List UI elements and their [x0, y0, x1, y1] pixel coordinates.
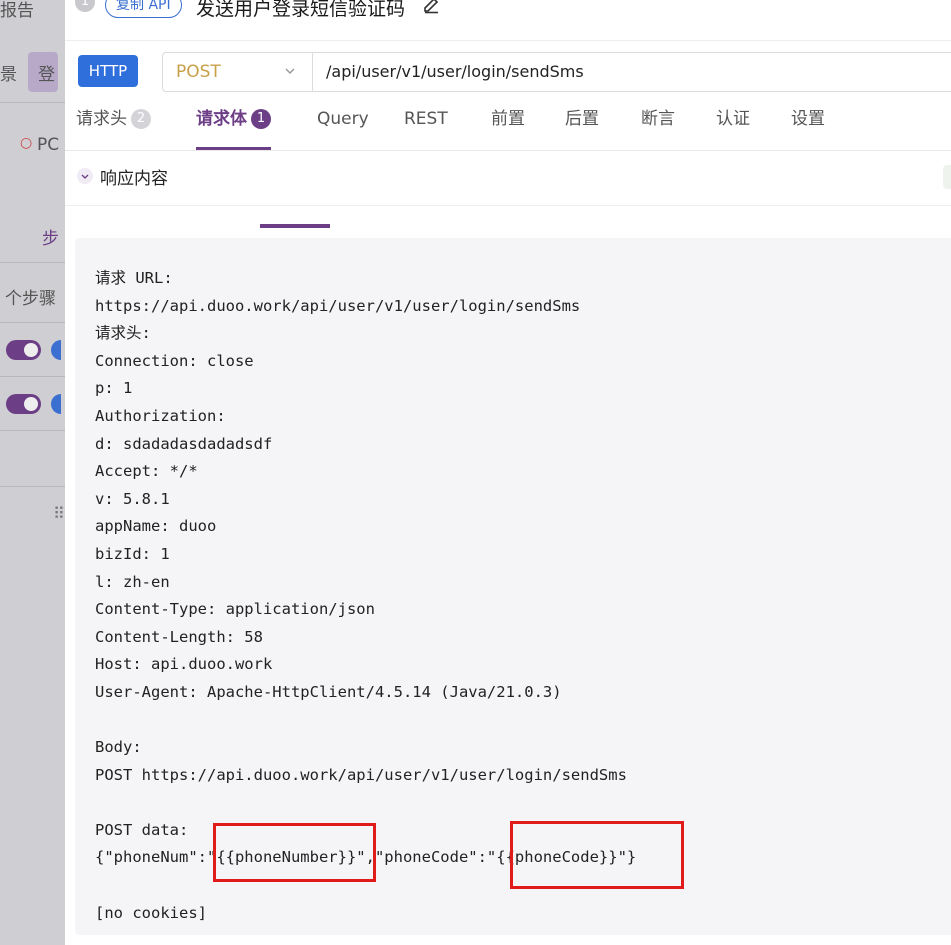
response-line [95, 789, 636, 817]
api-step-panel: 1 复制 API 发送用户登录短信验证码 HTTP POST /api/user… [65, 0, 951, 945]
chevron-down-icon[interactable] [284, 65, 296, 77]
response-line: Body: [95, 738, 142, 757]
response-line [95, 707, 636, 735]
tab-assert[interactable]: 断言 [641, 102, 675, 148]
step-number-badge: 1 [75, 0, 95, 12]
highlight-box-phone-code [510, 821, 684, 889]
response-line: l: zh-en [95, 572, 170, 591]
edit-icon[interactable] [422, 0, 440, 14]
chevron-down-icon[interactable] [77, 168, 93, 184]
bg-scene-label: 景 [0, 65, 17, 85]
response-tab-indicator [260, 224, 330, 228]
bg-method-fragment: PC [37, 135, 60, 155]
copy-api-button[interactable]: 复制 API [105, 0, 182, 18]
bg-login-label: 登 [38, 65, 55, 85]
tab-auth[interactable]: 认证 [716, 102, 750, 148]
response-line: Connection: close [95, 351, 254, 370]
highlight-box-phone-number [213, 823, 376, 882]
step-header: 1 复制 API 发送用户登录短信验证码 [65, 0, 951, 41]
response-line: Host: api.duoo.work [95, 655, 273, 674]
response-line: User-Agent: Apache-HttpClient/4.5.14 (Ja… [95, 682, 562, 701]
background-page: 报告 景 登 ○ PC 步 个步骤 [0, 0, 65, 945]
tab-rest[interactable]: REST [404, 102, 448, 148]
response-line: 请求头: [95, 324, 151, 343]
tab-query[interactable]: Query [317, 102, 369, 148]
bg-step-count: 个步骤 [5, 289, 56, 309]
bg-step-toggle-1 [6, 340, 41, 360]
response-action-button[interactable] [943, 165, 951, 189]
response-line: appName: duoo [95, 517, 217, 536]
method-select[interactable]: POST [176, 53, 221, 91]
drag-handle-icon[interactable]: ⠿ [53, 504, 65, 523]
request-url-bar: HTTP POST /api/user/v1/user/login/sendSm… [65, 40, 951, 102]
response-section-title: 响应内容 [100, 169, 168, 189]
response-line: d: sdadadasdadadsdf [95, 434, 273, 453]
response-line: POST https://api.duoo.work/api/user/v1/u… [95, 765, 627, 784]
bg-report-label: 报告 [0, 1, 34, 21]
http-protocol-button[interactable]: HTTP [78, 55, 138, 87]
method-url-group: POST /api/user/v1/user/login/sendSms [162, 52, 951, 92]
response-line: Content-Length: 58 [95, 627, 263, 646]
response-line: https://api.duoo.work/api/user/v1/user/l… [95, 296, 581, 315]
api-title: 发送用户登录短信验证码 [196, 0, 406, 20]
response-section-header[interactable]: 响应内容 [65, 150, 951, 206]
response-line: Accept: */* [95, 462, 198, 481]
response-line: Content-Type: application/json [95, 600, 375, 619]
response-line: p: 1 [95, 379, 133, 398]
response-line: Authorization: [95, 406, 226, 425]
bg-step-toggle-2 [6, 394, 41, 414]
tab-settings[interactable]: 设置 [791, 102, 825, 148]
tab-pre[interactable]: 前置 [491, 102, 525, 148]
response-line: 请求 URL: [95, 269, 173, 287]
tab-headers[interactable]: 请求头 2 [76, 102, 151, 148]
tab-post[interactable]: 后置 [565, 102, 599, 148]
response-line: [no cookies] [95, 903, 207, 922]
bg-dot-icon: ○ [20, 135, 33, 151]
request-tabs: 请求头 2 请求体 1 Query REST 前置 后置 断言 认证 设置 [65, 102, 951, 151]
body-count-badge: 1 [251, 109, 271, 129]
response-line: v: 5.8.1 [95, 489, 170, 508]
tab-body[interactable]: 请求体 1 [196, 102, 271, 150]
response-line: bizId: 1 [95, 544, 170, 563]
url-input[interactable]: /api/user/v1/user/login/sendSms [326, 53, 584, 91]
bg-step-tab: 步 [42, 229, 59, 249]
headers-count-badge: 2 [131, 109, 151, 129]
